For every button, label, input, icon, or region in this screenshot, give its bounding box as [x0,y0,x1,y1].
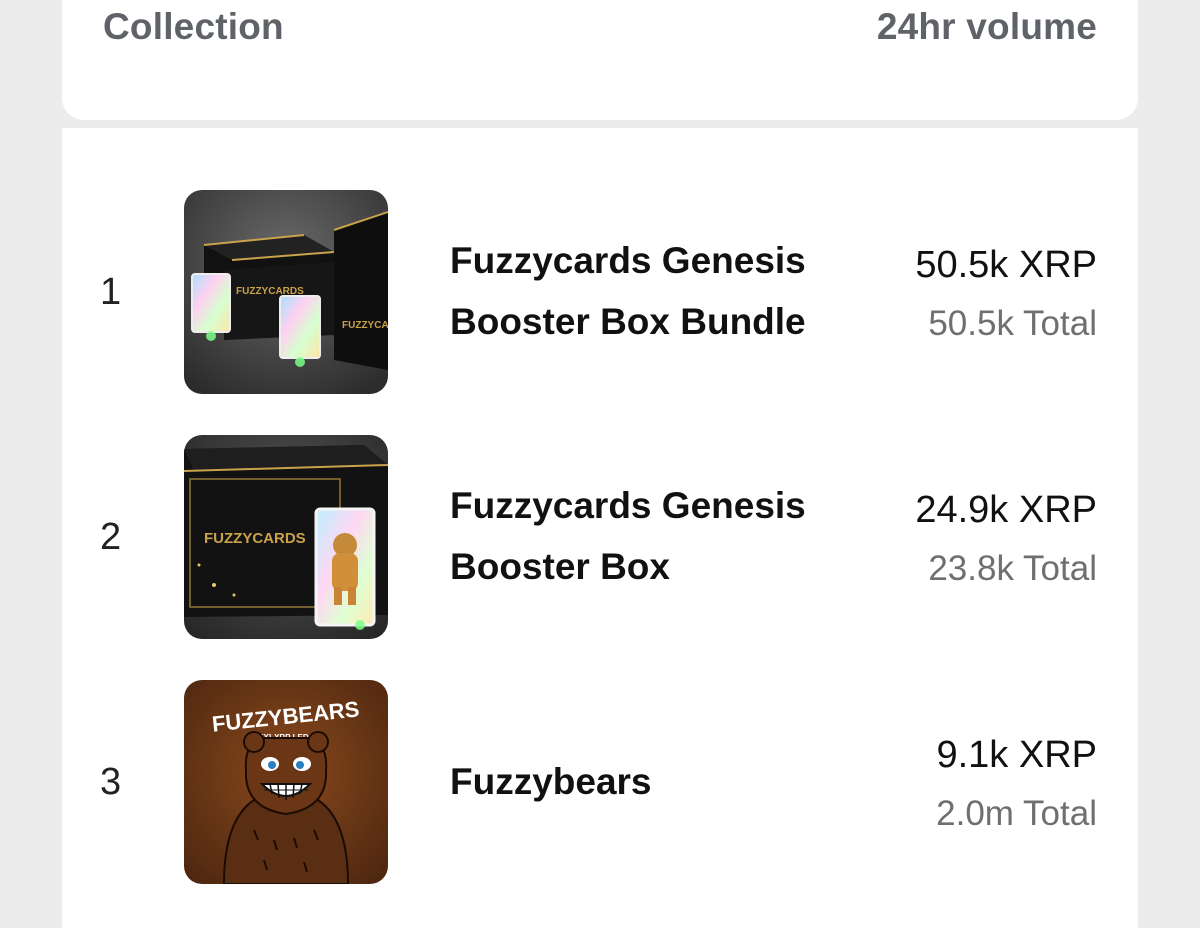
collection-name-line-1: Fuzzycards Genesis [450,240,806,281]
thumb-brand-text: FUZZYCARDS [204,530,306,547]
volume-xrp: 50.5k XRP [915,244,1097,286]
collection-thumbnail[interactable]: FUZZYBEARS ON {X} XRP LEDGER [184,680,388,884]
collection-name[interactable]: Fuzzycards Genesis Booster Box Bundle [450,230,850,352]
collection-name[interactable]: Fuzzybears [450,751,850,812]
collection-name-line-1: Fuzzybears [450,761,652,802]
collection-name-line-2: Booster Box [450,546,670,587]
list-item[interactable]: 2 FUZZYCARDS Fuzzycards Genesis Booster … [62,435,1138,639]
collection-name-line-2: Booster Box Bundle [450,301,806,342]
thumb-brand-text: FUZZYCARDS [342,320,388,331]
volume-total: 50.5k Total [928,304,1097,343]
rank-number: 2 [100,516,122,558]
volume-xrp: 9.1k XRP [936,734,1097,776]
list-item[interactable]: 3 FUZZYBEARS ON {X} XRP LEDGER [62,680,1138,884]
collection-name[interactable]: Fuzzycards Genesis Booster Box [450,475,850,597]
volume-total: 23.8k Total [928,549,1097,588]
rank-number: 3 [100,761,122,803]
collection-list: 1 FUZZYCA FUZZYCARDS Fuzzycards Genesis … [62,128,1138,928]
volume-column-header[interactable]: 24hr volume [877,6,1097,48]
table-header: Collection 24hr volume [62,0,1138,120]
collection-thumbnail[interactable]: FUZZYCARDS [184,435,388,639]
rank-number: 1 [100,271,122,313]
volume-xrp: 24.9k XRP [915,489,1097,531]
volume-total: 2.0m Total [936,794,1097,833]
collection-name-line-1: Fuzzycards Genesis [450,485,806,526]
collection-column-header[interactable]: Collection [103,6,284,48]
collection-thumbnail[interactable]: FUZZYCARDS FUZZYCARDS [184,190,388,394]
list-item[interactable]: 1 FUZZYCA FUZZYCARDS Fuzzycards Genesis … [62,190,1138,394]
